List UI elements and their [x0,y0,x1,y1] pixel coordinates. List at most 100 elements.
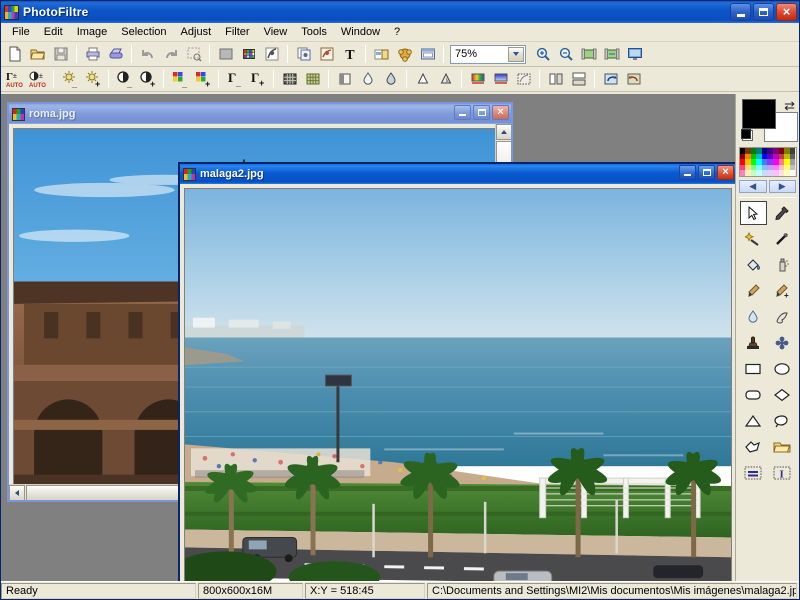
menu-window[interactable]: Window [334,24,387,40]
polygon-shape-icon[interactable] [740,435,767,459]
foreground-color-swatch[interactable] [742,99,776,129]
window-maximize-roma[interactable] [473,105,490,120]
fit-image-icon[interactable] [577,43,600,65]
menu-tools[interactable]: Tools [294,24,334,40]
window-close-roma[interactable]: × [492,105,509,120]
mdi-workspace[interactable]: roma.jpg × malaga2.jpg × [1,94,735,581]
window-titlebar-malaga2[interactable]: malaga2.jpg × [180,164,735,184]
menu-adjust[interactable]: Adjust [174,24,219,40]
color-swatch[interactable] [789,170,796,176]
menu-image[interactable]: Image [70,24,115,40]
open-file-icon[interactable] [26,43,49,65]
brightness-up-icon[interactable]: + [81,68,104,90]
save-file-icon[interactable] [49,43,72,65]
plugins-icon[interactable] [393,43,416,65]
noise-icon[interactable] [434,68,457,90]
paintbrush-tool-icon[interactable] [740,279,767,303]
zoom-in-icon[interactable] [531,43,554,65]
triangle-shape-icon[interactable] [740,409,767,433]
rounded-rectangle-shape-icon[interactable] [740,383,767,407]
full-screen-icon[interactable] [623,43,646,65]
zoom-out-icon[interactable] [554,43,577,65]
gamma-down-icon[interactable]: Γ _ [223,68,246,90]
auto-contrast-icon[interactable]: ± AUTO [26,68,49,90]
chevron-down-icon[interactable] [508,46,524,62]
menu-selection[interactable]: Selection [114,24,173,40]
color-swatch-grid[interactable] [738,147,797,177]
rectangle-shape-icon[interactable] [740,357,767,381]
menu-help[interactable]: ? [387,24,407,40]
eyedropper-tool-icon[interactable] [769,201,796,225]
smudge-tool-icon[interactable] [769,305,796,329]
horizontal-text-icon[interactable] [740,461,767,485]
blur-icon[interactable] [356,68,379,90]
lasso-shape-icon[interactable] [769,409,796,433]
contrast-up-icon[interactable]: + [136,68,159,90]
pattern-tool-icon[interactable] [769,331,796,355]
default-colors-icon[interactable] [741,129,753,141]
paste-icon[interactable] [315,43,338,65]
undo-icon[interactable] [136,43,159,65]
window-maximize-malaga2[interactable] [698,165,715,180]
dither-icon[interactable] [278,68,301,90]
color-selector[interactable]: ⇄ [740,98,798,144]
redo-icon[interactable] [159,43,182,65]
flip-vertical-icon[interactable] [567,68,590,90]
scroll-left-button[interactable] [9,485,25,500]
saturation-down-icon[interactable]: _ [168,68,191,90]
contrast-down-icon[interactable]: _ [113,68,136,90]
image-window-malaga2[interactable]: malaga2.jpg × [178,162,735,581]
selection-tool-icon[interactable] [740,200,767,225]
actual-size-icon[interactable] [600,43,623,65]
texture-icon[interactable] [512,68,535,90]
minimize-button[interactable] [730,3,751,21]
new-file-icon[interactable] [3,43,26,65]
sharpen-icon[interactable] [411,68,434,90]
color-palette-icon[interactable] [237,43,260,65]
menu-file[interactable]: File [5,24,37,40]
palette-next-button[interactable]: ▶ [768,179,796,193]
diamond-shape-icon[interactable] [769,383,796,407]
print-preview-icon[interactable] [104,43,127,65]
soften-icon[interactable] [379,68,402,90]
window-titlebar-roma[interactable]: roma.jpg × [9,104,511,124]
menu-view[interactable]: View [257,24,295,40]
copy-icon[interactable] [292,43,315,65]
load-shape-icon[interactable] [769,435,796,459]
close-button[interactable]: × [776,3,797,21]
grayscale-icon[interactable] [214,43,237,65]
palette-prev-button[interactable]: ◀ [739,179,767,193]
image-explorer-icon[interactable] [370,43,393,65]
waterdrop-tool-icon[interactable] [740,305,767,329]
paint-bucket-tool-icon[interactable] [740,253,767,277]
brightness-down-icon[interactable]: _ [58,68,81,90]
menu-edit[interactable]: Edit [37,24,70,40]
swap-colors-icon[interactable]: ⇄ [784,98,795,114]
mosaic-icon[interactable] [301,68,324,90]
magic-wand-tool-icon[interactable] [740,227,767,251]
gradient-icon[interactable] [466,68,489,90]
vertical-text-icon[interactable]: I [769,461,796,485]
color-gradient-icon[interactable] [489,68,512,90]
saturation-up-icon[interactable]: + [191,68,214,90]
spray-tool-icon[interactable] [769,253,796,277]
scroll-up-button[interactable] [496,124,511,140]
text-tool-icon[interactable]: T [338,43,361,65]
advanced-brush-tool-icon[interactable]: + [769,279,796,303]
window-close-malaga2[interactable]: × [717,165,734,180]
slideshow-icon[interactable] [416,43,439,65]
image-canvas-malaga2[interactable] [184,188,732,581]
crop-icon[interactable] [182,43,205,65]
window-minimize-malaga2[interactable] [679,165,696,180]
transparency-icon[interactable] [260,43,283,65]
maximize-button[interactable] [753,3,774,21]
zoom-select[interactable]: 75% [450,44,526,64]
flip-horizontal-icon[interactable] [544,68,567,90]
gamma-up-icon[interactable]: Γ + [246,68,269,90]
stamp-tool-icon[interactable] [740,331,767,355]
auto-levels-icon[interactable]: Γ ± AUTO [3,68,26,90]
window-minimize-roma[interactable] [454,105,471,120]
rotate-right-icon[interactable] [622,68,645,90]
contour-icon[interactable] [333,68,356,90]
ellipse-shape-icon[interactable] [769,357,796,381]
